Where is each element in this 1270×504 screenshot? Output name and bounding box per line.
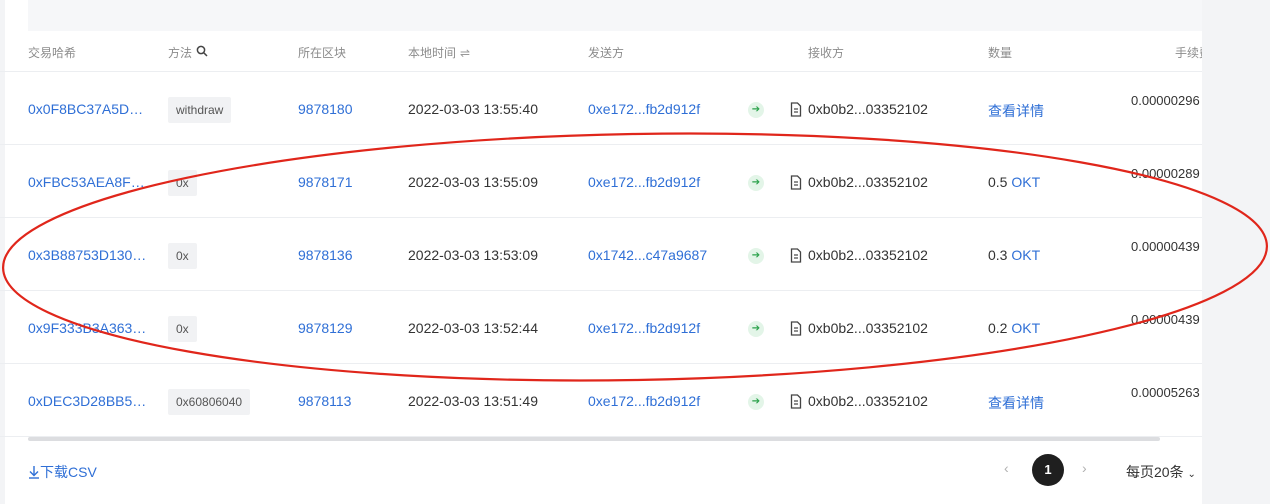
- tx-hash-link[interactable]: 0x9F333B3A363…: [28, 320, 148, 336]
- contract-icon: [790, 248, 802, 263]
- page-size-select[interactable]: 每页20条 ⌄: [1126, 462, 1196, 482]
- col-header-from: 发送方: [588, 46, 625, 60]
- arrow-right-icon: ➔: [748, 102, 764, 118]
- tx-fee: 0.00000439: [1131, 239, 1200, 254]
- tx-fee: 0.00000296: [1131, 93, 1200, 108]
- tx-time: 2022-03-03 13:51:49: [408, 393, 538, 409]
- method-tag: 0x: [168, 170, 197, 196]
- tx-hash-link[interactable]: 0xDEC3D28BB5…: [28, 393, 148, 409]
- amount-value: 0.2: [988, 320, 1008, 336]
- to-address[interactable]: 0xb0b2...03352102: [808, 320, 928, 336]
- from-address-link[interactable]: 0xe172...fb2d912f: [588, 101, 700, 117]
- arrow-right-icon: ➔: [748, 175, 764, 191]
- horizontal-scrollbar[interactable]: [28, 437, 1160, 441]
- amount-value: 0.3: [988, 247, 1008, 263]
- download-icon: [28, 464, 40, 480]
- chevron-down-icon: ⌄: [1187, 469, 1196, 480]
- arrow-right-icon: ➔: [748, 394, 764, 410]
- table-row: 0x0F8BC37A5D… withdraw 9878180 2022-03-0…: [0, 72, 1202, 145]
- tx-hash-link[interactable]: 0xFBC53AEA8F…: [28, 174, 148, 190]
- tx-fee: 0.00000439: [1131, 312, 1200, 327]
- tx-hash-link[interactable]: 0x3B88753D130…: [28, 247, 148, 263]
- table-row: 0xFBC53AEA8F… 0x 9878171 2022-03-03 13:5…: [0, 145, 1202, 218]
- token-unit-link[interactable]: OKT: [1011, 247, 1040, 263]
- col-header-time-label: 本地时间: [408, 46, 457, 60]
- col-header-method[interactable]: 方法: [168, 44, 208, 61]
- from-address-link[interactable]: 0xe172...fb2d912f: [588, 174, 700, 190]
- col-header-method-label: 方法: [168, 46, 193, 60]
- contract-icon: [790, 321, 802, 336]
- tx-fee: 0.00005263: [1131, 385, 1200, 400]
- token-unit-link[interactable]: OKT: [1011, 320, 1040, 336]
- pagination-current-page[interactable]: 1: [1032, 454, 1064, 486]
- method-tag: withdraw: [168, 97, 232, 123]
- col-header-block: 所在区块: [298, 46, 347, 60]
- view-details-link[interactable]: 查看详情: [988, 393, 1044, 413]
- amount: 0.5 OKT: [988, 174, 1040, 190]
- to-address[interactable]: 0xb0b2...03352102: [808, 393, 928, 409]
- method-tag: 0x60806040: [168, 389, 251, 415]
- col-header-amount: 数量: [988, 46, 1013, 60]
- chevron-left-icon[interactable]: ‹: [1004, 460, 1009, 476]
- from-address-link[interactable]: 0x1742...c47a9687: [588, 247, 707, 263]
- table-top-banner: [28, 0, 1202, 31]
- contract-icon: [790, 102, 802, 117]
- tx-hash-link[interactable]: 0x0F8BC37A5D…: [28, 101, 148, 117]
- amount-value: 0.5: [988, 174, 1008, 190]
- amount: 0.3 OKT: [988, 247, 1040, 263]
- to-address[interactable]: 0xb0b2...03352102: [808, 247, 928, 263]
- tx-time: 2022-03-03 13:55:09: [408, 174, 538, 190]
- to-address[interactable]: 0xb0b2...03352102: [808, 174, 928, 190]
- table-row: 0xDEC3D28BB5… 0x60806040 9878113 2022-03…: [0, 364, 1202, 437]
- table-row: 0x3B88753D130… 0x 9878136 2022-03-03 13:…: [0, 218, 1202, 291]
- col-header-fee: 手续费: [1175, 46, 1202, 60]
- download-csv-button[interactable]: 下载CSV: [28, 462, 97, 482]
- block-link[interactable]: 9878171: [298, 174, 353, 190]
- view-details-link[interactable]: 查看详情: [988, 101, 1044, 121]
- download-csv-label: 下载CSV: [40, 464, 97, 480]
- tx-fee: 0.00000289: [1131, 166, 1200, 181]
- tx-time: 2022-03-03 13:53:09: [408, 247, 538, 263]
- block-link[interactable]: 9878129: [298, 320, 353, 336]
- arrow-right-icon: ➔: [748, 248, 764, 264]
- table-row: 0x9F333B3A363… 0x 9878129 2022-03-03 13:…: [0, 291, 1202, 364]
- block-link[interactable]: 9878136: [298, 247, 353, 263]
- transactions-table: 交易哈希 方法 所在区块 本地时间⇌ 发送方 接收方 数量 手续费 0x0F8B…: [0, 32, 1202, 437]
- chevron-right-icon[interactable]: ›: [1082, 460, 1087, 476]
- table-header: 交易哈希 方法 所在区块 本地时间⇌ 发送方 接收方 数量 手续费: [0, 32, 1202, 72]
- tx-time: 2022-03-03 13:55:40: [408, 101, 538, 117]
- contract-icon: [790, 175, 802, 190]
- method-tag: 0x: [168, 243, 197, 269]
- block-link[interactable]: 9878180: [298, 101, 353, 117]
- col-header-time[interactable]: 本地时间 ⇌: [408, 44, 470, 61]
- token-unit-link[interactable]: OKT: [1011, 174, 1040, 190]
- search-icon[interactable]: [196, 45, 208, 60]
- swap-arrows-icon[interactable]: ⇌: [460, 46, 470, 60]
- block-link[interactable]: 9878113: [298, 393, 351, 409]
- arrow-right-icon: ➔: [748, 321, 764, 337]
- tx-time: 2022-03-03 13:52:44: [408, 320, 538, 336]
- from-address-link[interactable]: 0xe172...fb2d912f: [588, 393, 700, 409]
- to-address[interactable]: 0xb0b2...03352102: [808, 101, 928, 117]
- col-header-hash: 交易哈希: [28, 46, 77, 60]
- table-footer: 下载CSV ‹ 1 › 每页20条 ⌄: [0, 448, 1202, 492]
- contract-icon: [790, 394, 802, 409]
- page-right-gutter: [1202, 0, 1270, 504]
- page-size-label: 每页20条: [1126, 464, 1184, 480]
- from-address-link[interactable]: 0xe172...fb2d912f: [588, 320, 700, 336]
- col-header-to: 接收方: [808, 46, 845, 60]
- amount: 0.2 OKT: [988, 320, 1040, 336]
- method-tag: 0x: [168, 316, 197, 342]
